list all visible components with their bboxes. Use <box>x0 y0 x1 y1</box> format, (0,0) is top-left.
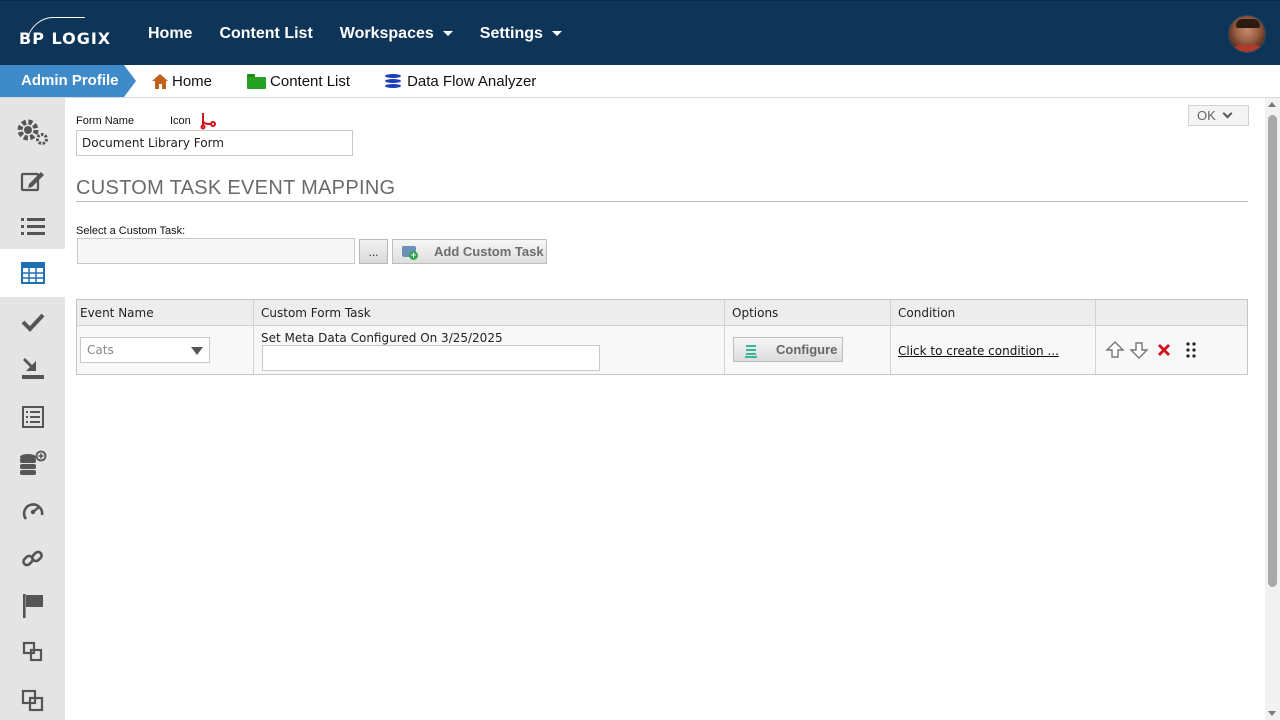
move-up-icon[interactable] <box>1105 340 1125 360</box>
sidebar-item-clone[interactable] <box>0 677 65 720</box>
nav-workspaces-label: Workspaces <box>339 24 434 42</box>
chevron-down-icon <box>1222 108 1233 119</box>
user-avatar[interactable] <box>1228 15 1266 53</box>
ok-button-label: OK <box>1197 108 1216 123</box>
quick-link-content-list[interactable]: Content List <box>247 73 350 90</box>
quick-link-home[interactable]: Home <box>152 73 212 90</box>
column-divider <box>890 300 891 374</box>
delete-icon[interactable] <box>1154 340 1174 360</box>
create-condition-link[interactable]: Click to create condition ... <box>898 344 1059 358</box>
icon-label: Icon <box>170 115 191 127</box>
nav-content-list[interactable]: Content List <box>219 25 312 43</box>
sidebar-item-import[interactable] <box>0 344 65 391</box>
custom-task-field[interactable] <box>77 238 355 264</box>
move-down-icon[interactable] <box>1129 340 1149 360</box>
main-content: Form Name Icon Document Library Form OK … <box>65 98 1265 720</box>
column-divider <box>253 300 254 374</box>
top-navigation-bar: BP LOGIX Home Content List Workspaces Se… <box>0 0 1280 65</box>
sidebar-item-settings[interactable] <box>0 108 65 155</box>
quick-link-home-label: Home <box>172 72 213 90</box>
chevron-down-icon <box>551 31 562 36</box>
avatar-hair <box>1236 19 1260 28</box>
quick-link-data-flow-analyzer[interactable]: Data Flow Analyzer <box>385 73 536 90</box>
form-list-icon <box>21 405 44 428</box>
configure-button[interactable]: Configure <box>733 337 843 362</box>
chevron-down-icon <box>442 31 453 36</box>
sidebar-item-data-sources[interactable] <box>0 440 65 487</box>
clone-icon <box>21 689 43 711</box>
sidebar-item-edit[interactable] <box>0 157 65 204</box>
column-divider <box>724 300 725 374</box>
edit-icon <box>20 171 44 191</box>
event-mapping-table: Event Name Custom Form Task Options Cond… <box>76 299 1248 375</box>
database-add-icon <box>19 450 46 475</box>
bp-logix-logo[interactable]: BP LOGIX <box>19 17 112 48</box>
sidebar-item-links[interactable] <box>0 535 65 582</box>
nav-home[interactable]: Home <box>148 25 192 43</box>
breadcrumb-label: Admin Profile <box>21 72 119 89</box>
form-name-field[interactable]: Document Library Form <box>76 130 353 156</box>
sidebar-item-performance[interactable] <box>0 488 65 535</box>
sidebar-item-table[interactable] <box>0 249 65 297</box>
nav-settings[interactable]: Settings <box>480 25 562 43</box>
flag-icon <box>22 593 43 618</box>
database-icon <box>385 73 402 89</box>
add-task-icon: + <box>402 244 418 260</box>
check-icon <box>21 313 44 332</box>
nav-content-list-label: Content List <box>219 24 313 42</box>
event-name-value: Cats <box>87 343 114 357</box>
download-icon <box>21 357 44 379</box>
copy-icon <box>22 641 42 661</box>
nav-workspaces[interactable]: Workspaces <box>340 25 453 43</box>
drag-handle-icon[interactable] <box>1181 340 1201 360</box>
add-custom-task-button[interactable]: + Add Custom Task <box>392 239 547 264</box>
column-condition: Condition <box>898 306 956 320</box>
quick-link-data-flow-analyzer-label: Data Flow Analyzer <box>407 72 537 90</box>
folder-icon <box>247 73 267 89</box>
event-name-select[interactable]: Cats <box>80 337 210 363</box>
gears-icon <box>17 119 48 145</box>
scrollbar-thumb[interactable] <box>1268 115 1277 587</box>
breadcrumb-admin-profile[interactable]: Admin Profile <box>0 65 136 97</box>
configure-label: Configure <box>776 342 838 357</box>
sidebar-item-tasks[interactable] <box>0 298 65 345</box>
scroll-down-arrow-icon[interactable] <box>1268 711 1276 716</box>
link-icon <box>21 550 43 566</box>
secondary-bar: Admin Profile Home Content List Data Flo… <box>0 65 1280 98</box>
section-heading: CUSTOM TASK EVENT MAPPING <box>76 177 396 199</box>
ok-button[interactable]: OK <box>1188 105 1249 126</box>
main-menu: Home Content List Workspaces Settings <box>148 1 589 66</box>
browse-button[interactable]: ... <box>359 239 388 264</box>
speedometer-icon <box>22 502 43 520</box>
add-custom-task-label: Add Custom Task <box>434 244 544 259</box>
list-icon <box>20 217 45 235</box>
flow-icon[interactable] <box>199 112 217 130</box>
home-icon <box>152 73 169 89</box>
custom-form-task-title: Set Meta Data Configured On 3/25/2025 <box>261 331 503 345</box>
table-icon <box>20 262 45 284</box>
avatar-shirt <box>1231 45 1265 52</box>
sidebar-item-list[interactable] <box>0 203 65 250</box>
heading-divider <box>76 201 1248 202</box>
sidebar-item-flags[interactable] <box>0 582 65 629</box>
configure-icon <box>744 342 758 358</box>
sidebar-item-forms[interactable] <box>0 393 65 440</box>
column-event-name: Event Name <box>80 306 154 320</box>
quick-link-content-list-label: Content List <box>270 72 351 90</box>
column-custom-form-task: Custom Form Task <box>261 306 371 320</box>
logo-text: BP LOGIX <box>19 29 112 48</box>
column-divider <box>1095 300 1096 374</box>
custom-form-task-field[interactable] <box>262 345 600 371</box>
nav-home-label: Home <box>148 24 193 42</box>
scroll-up-arrow-icon[interactable] <box>1268 102 1276 107</box>
form-name-label: Form Name <box>76 115 135 127</box>
sidebar-item-copy[interactable] <box>0 628 65 675</box>
select-custom-task-label: Select a Custom Task: <box>76 225 186 237</box>
quick-links: Home Content List Data Flow Analyzer <box>152 65 571 97</box>
nav-settings-label: Settings <box>479 24 543 42</box>
column-options: Options <box>732 306 779 320</box>
dropdown-arrow-icon <box>191 347 203 355</box>
left-sidebar <box>0 98 65 720</box>
vertical-scrollbar[interactable] <box>1265 98 1280 720</box>
